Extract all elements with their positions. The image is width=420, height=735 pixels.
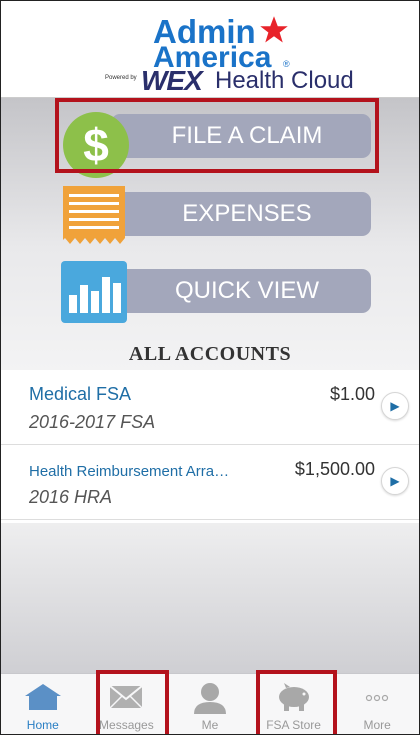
account-row-hra[interactable]: Health Reimbursement Arra… 2016 HRA $1,5…: [1, 445, 419, 520]
empty-area: [1, 523, 419, 673]
more-dots-icon: [366, 694, 389, 702]
account-balance: $1,500.00: [294, 459, 375, 479]
bar-chart-icon[interactable]: [61, 261, 127, 323]
account-balance: $1.00: [329, 384, 375, 404]
chevron-right-icon[interactable]: ▶: [381, 467, 409, 495]
highlight-fsa-store-tab: [256, 670, 337, 734]
receipt-icon[interactable]: [61, 184, 127, 246]
chevron-right-icon[interactable]: ▶: [381, 392, 409, 420]
account-name: Medical FSA: [29, 384, 132, 404]
tab-label: More: [363, 718, 391, 732]
tab-me[interactable]: Me: [168, 674, 252, 734]
tab-label: Me: [201, 718, 219, 732]
all-accounts-heading: ALL ACCOUNTS: [128, 343, 292, 365]
health-cloud-text: Health Cloud: [215, 67, 354, 94]
quick-view-label: QUICK VIEW: [174, 277, 319, 304]
home-icon: [24, 684, 61, 710]
powered-by-text: Powered by: [105, 75, 137, 81]
accounts-list: Medical FSA 2016-2017 FSA $1.00 ▶ Health…: [1, 370, 419, 520]
highlight-messages-tab: [96, 670, 169, 734]
tab-label: Home: [26, 718, 59, 732]
account-plan: 2016 HRA: [29, 487, 113, 507]
highlight-file-a-claim: [55, 98, 379, 173]
bottom-tab-bar: Home Messages Me FSA Store More: [1, 673, 419, 734]
person-icon: [193, 683, 226, 714]
account-plan: 2016-2017 FSA: [29, 412, 156, 432]
wex-logo-text: WEX: [141, 65, 203, 96]
account-row-medical-fsa[interactable]: Medical FSA 2016-2017 FSA $1.00 ▶: [1, 370, 419, 445]
quick-view-button[interactable]: QUICK VIEW: [111, 269, 371, 313]
tab-home[interactable]: Home: [1, 674, 85, 734]
expenses-label: EXPENSES: [182, 200, 312, 227]
app-header: Admin America ® Powered by WEX Health Cl…: [1, 1, 419, 98]
tab-more[interactable]: More: [335, 674, 419, 734]
account-name: Health Reimbursement Arra…: [29, 463, 230, 480]
expenses-button[interactable]: EXPENSES: [111, 192, 371, 236]
app-screen: Admin America ® Powered by WEX Health Cl…: [0, 0, 420, 735]
